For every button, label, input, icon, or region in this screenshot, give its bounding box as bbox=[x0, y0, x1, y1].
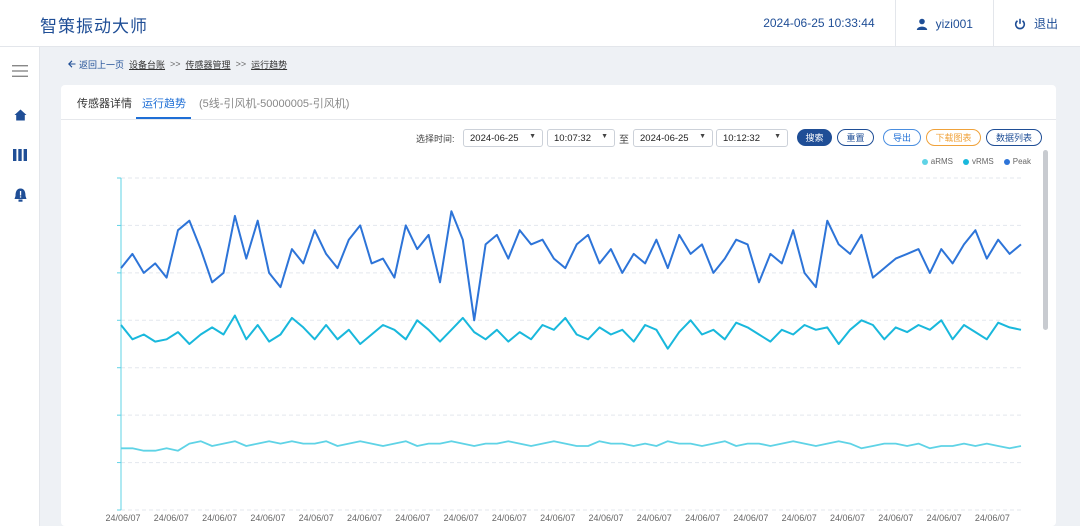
search-button[interactable]: 搜索 bbox=[797, 129, 832, 146]
logout-button[interactable]: 退出 bbox=[994, 0, 1080, 47]
vertical-scrollbar[interactable] bbox=[1043, 150, 1048, 330]
x-tick-label: 24/06/07 bbox=[830, 513, 865, 523]
x-tick-label: 24/06/07 bbox=[685, 513, 720, 523]
x-tick-label: 24/06/07 bbox=[395, 513, 430, 523]
x-tick-label: 24/06/07 bbox=[588, 513, 623, 523]
end-date-select[interactable]: 2024-06-25 ▼ bbox=[633, 129, 713, 147]
legend-label: vRMS bbox=[971, 157, 994, 166]
active-tab-indicator bbox=[136, 117, 191, 119]
arrow-left-icon bbox=[68, 60, 76, 68]
legend-swatch bbox=[921, 158, 928, 165]
tab-bar: 传感器详情 运行趋势 (5线-引风机-50000005-引风机) bbox=[61, 85, 1056, 120]
chevron-down-icon: ▼ bbox=[699, 133, 706, 140]
export-button[interactable]: 导出 bbox=[883, 129, 921, 146]
legend-item-peak[interactable]: Peak bbox=[1003, 157, 1031, 166]
download-chart-button[interactable]: 下载图表 bbox=[926, 129, 981, 146]
x-tick-label: 24/06/07 bbox=[202, 513, 237, 523]
x-tick-label: 24/06/07 bbox=[637, 513, 672, 523]
sidebar-item-alarms[interactable] bbox=[0, 183, 40, 207]
to-label: 至 bbox=[619, 135, 629, 146]
breadcrumb-separator: >> bbox=[170, 59, 181, 69]
time-filter-toolbar: 选择时间: 2024-06-25 ▼ 10:07:32 ▼ 至 2024-06-25… bbox=[61, 128, 1056, 148]
series-line-peak bbox=[120, 210, 1022, 322]
power-icon bbox=[1014, 18, 1026, 29]
breadcrumb-item-equipment[interactable]: 设备台账 bbox=[129, 58, 165, 71]
legend-swatch bbox=[962, 158, 969, 165]
x-tick-label: 24/06/07 bbox=[105, 513, 140, 523]
chevron-down-icon: ▼ bbox=[601, 133, 608, 140]
sidebar-item-home[interactable] bbox=[0, 103, 40, 127]
x-tick-label: 24/06/07 bbox=[492, 513, 527, 523]
current-datetime: 2024-06-25 10:33:44 bbox=[763, 0, 896, 47]
chevron-down-icon: ▼ bbox=[529, 133, 536, 140]
top-header: 智策振动大师 2024-06-25 10:33:44 yizi001 退出 bbox=[0, 0, 1080, 47]
start-date-select[interactable]: 2024-06-25 ▼ bbox=[463, 129, 543, 147]
back-link[interactable]: 返回上一页 bbox=[68, 58, 124, 71]
end-time-value: 10:12:32 bbox=[723, 132, 760, 144]
breadcrumb: 返回上一页 设备台账 >> 传感器管理 >> 运行趋势 bbox=[68, 57, 287, 71]
breadcrumb-item-sensors[interactable]: 传感器管理 bbox=[186, 58, 231, 71]
breadcrumb-separator: >> bbox=[235, 59, 247, 69]
start-time-value: 10:07:32 bbox=[554, 132, 591, 144]
end-date-value: 2024-06-25 bbox=[640, 132, 689, 144]
chart-legend: aRMS vRMS Peak bbox=[921, 157, 1031, 166]
back-label: 返回上一页 bbox=[79, 59, 125, 70]
chevron-down-icon: ▼ bbox=[774, 133, 781, 140]
x-tick-label: 24/06/07 bbox=[540, 513, 575, 523]
app-title: 智策振动大师 bbox=[40, 17, 148, 37]
tab-trend[interactable]: 运行趋势 bbox=[142, 95, 186, 111]
breadcrumb-item-trend[interactable]: 运行趋势 bbox=[251, 58, 287, 71]
start-time-select[interactable]: 10:07:32 ▼ bbox=[547, 129, 615, 147]
legend-label: Peak bbox=[1012, 157, 1031, 166]
user-icon bbox=[916, 18, 927, 30]
legend-label: aRMS bbox=[930, 157, 953, 166]
menu-icon bbox=[12, 65, 28, 77]
x-tick-label: 24/06/07 bbox=[782, 513, 817, 523]
x-tick-label: 24/06/07 bbox=[733, 513, 768, 523]
x-tick-label: 24/06/07 bbox=[878, 513, 913, 523]
username: yizi001 bbox=[935, 16, 973, 31]
tab-sensor-details[interactable]: 传感器详情 bbox=[77, 95, 132, 111]
user-menu[interactable]: yizi001 bbox=[896, 0, 994, 47]
sensor-info: (5线-引风机-50000005-引风机) bbox=[199, 98, 350, 110]
legend-swatch bbox=[1003, 158, 1010, 165]
reset-button[interactable]: 重置 bbox=[837, 129, 874, 146]
trend-chart: 24/06/07 24/06/07 24/06/07 24/06/07 24/06/07… bbox=[105, 177, 1022, 523]
legend-item-vrms[interactable]: vRMS bbox=[962, 157, 994, 166]
legend-item-arms[interactable]: aRMS bbox=[921, 157, 953, 166]
x-tick-label: 24/06/07 bbox=[299, 513, 334, 523]
menu-toggle-button[interactable] bbox=[0, 59, 40, 83]
columns-icon bbox=[13, 149, 27, 161]
x-tick-label: 24/06/07 bbox=[250, 513, 285, 523]
logout-label: 退出 bbox=[1033, 17, 1058, 31]
sidebar-item-devices[interactable] bbox=[0, 143, 40, 167]
x-tick-label: 24/06/07 bbox=[347, 513, 382, 523]
home-icon bbox=[14, 109, 26, 121]
series-line-arms bbox=[121, 440, 1022, 452]
header-right: 2024-06-25 10:33:44 yizi001 退出 bbox=[763, 0, 1080, 47]
end-time-select[interactable]: 10:12:32 ▼ bbox=[716, 129, 788, 147]
main-panel: 传感器详情 运行趋势 (5线-引风机-50000005-引风机) 选择时间: 2… bbox=[61, 85, 1056, 526]
sidebar bbox=[0, 47, 40, 526]
start-date-value: 2024-06-25 bbox=[470, 132, 519, 144]
x-tick-label: 24/06/07 bbox=[154, 513, 189, 523]
alert-icon bbox=[14, 188, 26, 202]
data-list-button[interactable]: 数据列表 bbox=[986, 129, 1042, 146]
x-tick-label: 24/06/07 bbox=[975, 513, 1010, 523]
time-label: 选择时间: bbox=[416, 134, 455, 144]
x-tick-label: 24/06/07 bbox=[444, 513, 479, 523]
x-tick-label: 24/06/07 bbox=[927, 513, 962, 523]
